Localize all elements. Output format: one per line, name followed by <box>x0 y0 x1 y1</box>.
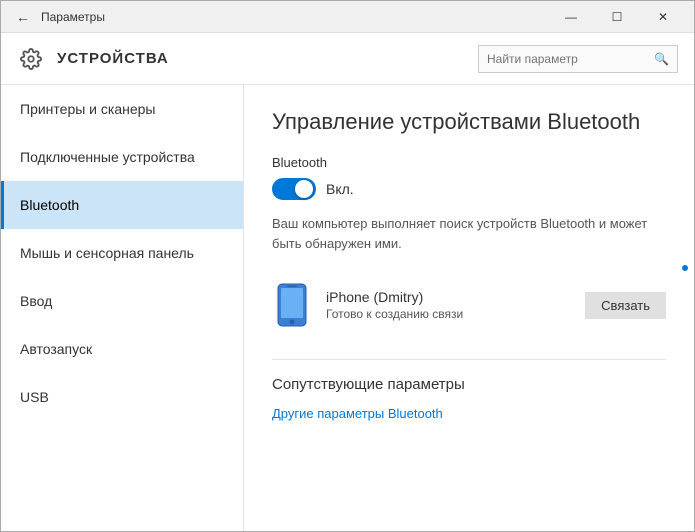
page-title: Управление устройствами Bluetooth <box>272 109 666 135</box>
related-title: Сопутствующие параметры <box>272 376 666 393</box>
toggle-row: Вкл. <box>272 178 666 200</box>
scroll-indicator <box>682 265 688 271</box>
bluetooth-info-text: Ваш компьютер выполняет поиск устройств … <box>272 214 652 253</box>
settings-icon <box>17 45 45 73</box>
device-status: Готово к созданию связи <box>326 307 571 321</box>
device-name: iPhone (Dmitry) <box>326 289 571 305</box>
search-input[interactable] <box>487 52 648 66</box>
sidebar-item-bluetooth[interactable]: Bluetooth <box>1 181 243 229</box>
search-icon: 🔍 <box>654 52 669 66</box>
connect-button[interactable]: Связать <box>585 292 666 319</box>
sidebar-item-input[interactable]: Ввод <box>1 277 243 325</box>
divider <box>272 359 666 360</box>
main-window: ← Параметры — ☐ ✕ УСТРОЙСТВА 🔍 Принтеры … <box>0 0 695 532</box>
device-item: iPhone (Dmitry) Готово к созданию связи … <box>272 271 666 339</box>
header-title: УСТРОЙСТВА <box>57 50 466 67</box>
content-area: Принтеры и сканеры Подключенные устройст… <box>1 85 694 531</box>
close-button[interactable]: ✕ <box>640 1 686 33</box>
header: УСТРОЙСТВА 🔍 <box>1 33 694 85</box>
sidebar: Принтеры и сканеры Подключенные устройст… <box>1 85 244 531</box>
sidebar-item-usb[interactable]: USB <box>1 373 243 421</box>
toggle-knob <box>295 180 313 198</box>
maximize-button[interactable]: ☐ <box>594 1 640 33</box>
back-button[interactable]: ← <box>9 3 37 31</box>
toggle-label: Вкл. <box>326 181 354 197</box>
bluetooth-label: Bluetooth <box>272 155 666 170</box>
sidebar-item-autorun[interactable]: Автозапуск <box>1 325 243 373</box>
sidebar-item-printers[interactable]: Принтеры и сканеры <box>1 85 243 133</box>
related-link[interactable]: Другие параметры Bluetooth <box>272 406 443 421</box>
device-info: iPhone (Dmitry) Готово к созданию связи <box>326 289 571 321</box>
search-box[interactable]: 🔍 <box>478 45 678 73</box>
window-controls: — ☐ ✕ <box>548 1 686 33</box>
bluetooth-toggle[interactable] <box>272 178 316 200</box>
sidebar-item-mouse[interactable]: Мышь и сенсорная панель <box>1 229 243 277</box>
title-bar: ← Параметры — ☐ ✕ <box>1 1 694 33</box>
main-panel: Управление устройствами Bluetooth Blueto… <box>244 85 694 531</box>
device-icon <box>272 281 312 329</box>
window-title: Параметры <box>41 10 548 24</box>
sidebar-item-connected[interactable]: Подключенные устройства <box>1 133 243 181</box>
minimize-button[interactable]: — <box>548 1 594 33</box>
